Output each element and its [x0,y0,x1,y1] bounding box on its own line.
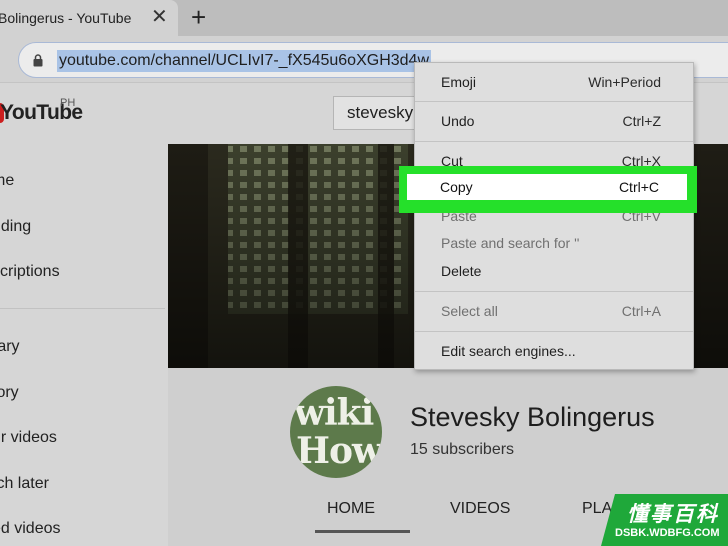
menu-item-shortcut: Ctrl+A [621,303,661,319]
context-menu: Emoji Win+Period Undo Ctrl+Z Cut Ctrl+X … [414,62,694,370]
channel-name: Stevesky Bolingerus [410,402,655,432]
menu-separator [415,141,693,142]
sidebar-item-home[interactable]: me [0,172,14,190]
menu-separator [415,291,693,292]
search-value: stevesky [347,103,414,122]
avatar-text-bottom: How [296,430,382,472]
sidebar-item-library[interactable]: rary [0,338,20,356]
sidebar-item-history[interactable]: tory [0,384,19,402]
menu-separator [415,331,693,332]
sidebar-item-liked-videos[interactable]: ed videos [0,520,61,538]
menu-item-select-all[interactable]: Select all Ctrl+A [415,299,693,325]
sidebar-divider [0,308,165,309]
lock-icon[interactable] [33,54,43,67]
watermark-title: 懂事百科 [627,503,719,526]
region-code: PH [60,97,76,109]
active-tab-indicator [315,530,410,533]
menu-item-emoji[interactable]: Emoji Win+Period [415,70,693,96]
url-text[interactable]: youtube.com/channel/UCLIvI7-_fX545u6oXGH… [57,50,431,72]
copy-highlight-box: Copy Ctrl+C [399,166,697,213]
new-tab-icon[interactable]: + [191,3,206,31]
menu-item-label: Paste and search for '' [441,235,580,251]
browser-tab[interactable]: Bolingerus - YouTube ✕ [0,0,178,36]
menu-item-shortcut: Win+Period [588,74,661,90]
menu-item-label: Select all [441,303,498,319]
close-icon[interactable]: ✕ [151,7,168,27]
menu-item-label: Emoji [441,74,477,90]
subscriber-count: 15 subscribers [410,441,515,458]
sidebar-item-watch-later[interactable]: tch later [0,475,49,493]
channel-avatar[interactable]: wiki How [290,386,382,478]
sidebar-item-subscriptions[interactable]: scriptions [0,263,60,281]
menu-item-delete[interactable]: Delete [415,259,693,285]
avatar-text-top: wiki [294,392,374,434]
sidebar-item-your-videos[interactable]: ur videos [0,429,57,447]
menu-item-shortcut: Ctrl+Z [622,113,662,129]
menu-item-shortcut: Ctrl+C [618,179,659,195]
menu-item-copy[interactable]: Copy Ctrl+C [407,174,687,200]
menu-item-label: Undo [441,113,475,129]
sidebar-item-trending[interactable]: nding [0,218,31,236]
watermark-url: DSBK.WDBFG.COM [615,527,720,539]
tab-strip: Bolingerus - YouTube ✕ + [0,0,728,36]
tab-title: Bolingerus - YouTube [0,10,132,26]
menu-item-edit-search-engines[interactable]: Edit search engines... [415,339,693,365]
menu-item-label: Edit search engines... [441,343,576,359]
menu-separator [415,101,693,102]
menu-item-undo[interactable]: Undo Ctrl+Z [415,109,693,135]
menu-item-label: Delete [441,263,482,279]
watermark: 懂事百科 DSBK.WDBFG.COM [601,494,728,546]
tab-home[interactable]: HOME [327,500,375,518]
tab-videos[interactable]: VIDEOS [450,500,510,518]
menu-item-label: Copy [440,179,473,195]
menu-item-paste-and-search[interactable]: Paste and search for '' [415,231,693,257]
